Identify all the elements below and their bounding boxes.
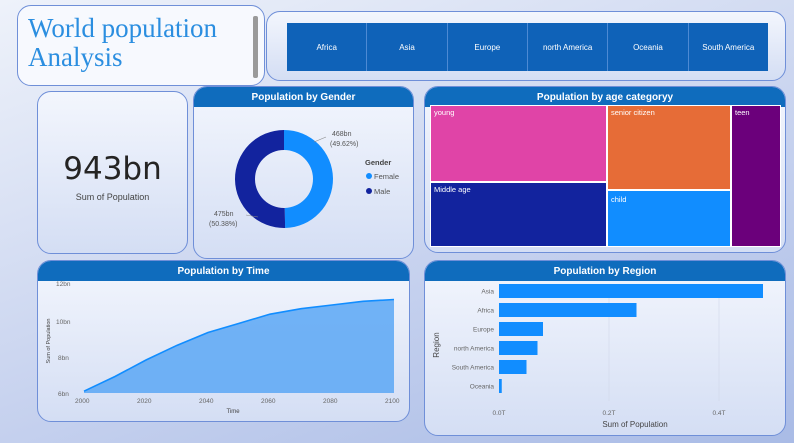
region-label-oceania: Oceania [470, 384, 495, 391]
male-pct-label: (50.38%) [209, 221, 237, 228]
tile-child[interactable]: child [607, 190, 731, 247]
time-x-axis-label: Time [226, 409, 240, 415]
region-label-europe: Europe [473, 327, 494, 334]
female-pct-label: (49.62%) [330, 141, 358, 148]
kpi-card[interactable]: 943bn Sum of Population [37, 91, 188, 254]
legend-male-label[interactable]: Male [374, 187, 390, 196]
region-bar-europe[interactable] [499, 322, 543, 336]
slicer-europe[interactable]: Europe [447, 23, 528, 71]
x-tick-2020: 2020 [137, 398, 152, 405]
slicer-row: Africa Asia Europe north America Oceania… [287, 23, 768, 71]
tile-middle-age[interactable]: Middle age [430, 182, 607, 247]
y-tick-10bn: 10bn [56, 319, 71, 326]
slicer-asia[interactable]: Asia [367, 23, 448, 71]
region-bars-group: Asia Africa Europe north America South Ameri… [452, 284, 763, 393]
tile-teen[interactable]: teen [731, 105, 781, 247]
region-chart-panel[interactable]: Population by Region Asia Africa Europe nor… [424, 260, 786, 436]
y-tick-8bn: 8bn [58, 355, 69, 362]
time-area-chart: 12bn 10bn 8bn 6bn 2000 2020 2040 2060 20… [46, 281, 400, 415]
region-label-africa: Africa [477, 308, 494, 315]
region-bar-north-america[interactable] [499, 341, 538, 355]
x-tick-2060: 2060 [261, 398, 276, 405]
age-treemap-panel[interactable]: Population by age categoryy young senior… [424, 86, 786, 253]
kpi-label: Sum of Population [75, 192, 150, 202]
age-chart-title: Population by age categoryy [425, 87, 785, 107]
region-bar-africa[interactable] [499, 303, 637, 317]
region-bar-oceania[interactable] [499, 379, 502, 393]
region-bar-asia[interactable] [499, 284, 763, 298]
region-x-axis-label: Sum of Population [602, 420, 667, 429]
region-slicer: Africa Asia Europe north America Oceania… [266, 11, 786, 81]
region-bar-chart: Asia Africa Europe north America South Ameri… [432, 284, 763, 429]
tile-senior-citizen[interactable]: senior citizen [607, 105, 731, 190]
region-y-axis-label: Region [432, 332, 441, 357]
gender-chart-panel[interactable]: Population by Gender 468bn (49.62%) 475b… [193, 86, 414, 259]
y-tick-6bn: 6bn [58, 391, 69, 398]
x-tick-0t: 0.0T [492, 410, 505, 417]
y-tick-12bn: 12bn [56, 281, 71, 288]
tile-young[interactable]: young [430, 105, 607, 182]
region-label-north-america: north America [454, 346, 494, 353]
region-bar-south-america[interactable] [499, 360, 527, 374]
x-tick-0-4t: 0.4T [712, 410, 725, 417]
gender-legend-title: Gender [365, 158, 391, 167]
slicer-north-america[interactable]: north America [527, 23, 609, 71]
x-tick-2000: 2000 [75, 398, 90, 405]
page-title: World population Analysis [28, 13, 218, 72]
slicer-africa[interactable]: Africa [287, 23, 368, 71]
legend-female-marker [366, 173, 372, 179]
x-tick-0-2t: 0.2T [602, 410, 615, 417]
legend-male-marker [366, 188, 372, 194]
gender-donut-chart: 468bn (49.62%) 475bn (50.38%) Gender Fem… [209, 130, 399, 229]
legend-female-label[interactable]: Female [374, 172, 399, 181]
age-treemap: young senior citizen teen Middle age chi… [430, 105, 781, 247]
time-area-fill [84, 299, 394, 393]
female-value-label: 468bn [332, 131, 352, 138]
region-label-south-america: South America [452, 365, 495, 372]
x-tick-2080: 2080 [323, 398, 338, 405]
title-box: World population Analysis [17, 5, 265, 86]
region-label-asia: Asia [481, 289, 494, 296]
female-leader-line [313, 136, 327, 143]
slicer-south-america[interactable]: South America [688, 23, 768, 71]
x-tick-2040: 2040 [199, 398, 214, 405]
time-y-axis-label: Sum of Population [46, 319, 52, 364]
donut-slice-female[interactable] [284, 130, 333, 228]
donut-slice-male[interactable] [234, 130, 286, 229]
title-scrollbar[interactable] [253, 16, 258, 78]
kpi-value: 943bn [63, 151, 162, 187]
male-value-label: 475bn [214, 211, 234, 218]
time-chart-panel[interactable]: Population by Time 12bn 10bn 8bn 6bn 200… [37, 260, 410, 422]
x-tick-2100: 2100 [385, 398, 400, 405]
slicer-oceania[interactable]: Oceania [608, 23, 689, 71]
